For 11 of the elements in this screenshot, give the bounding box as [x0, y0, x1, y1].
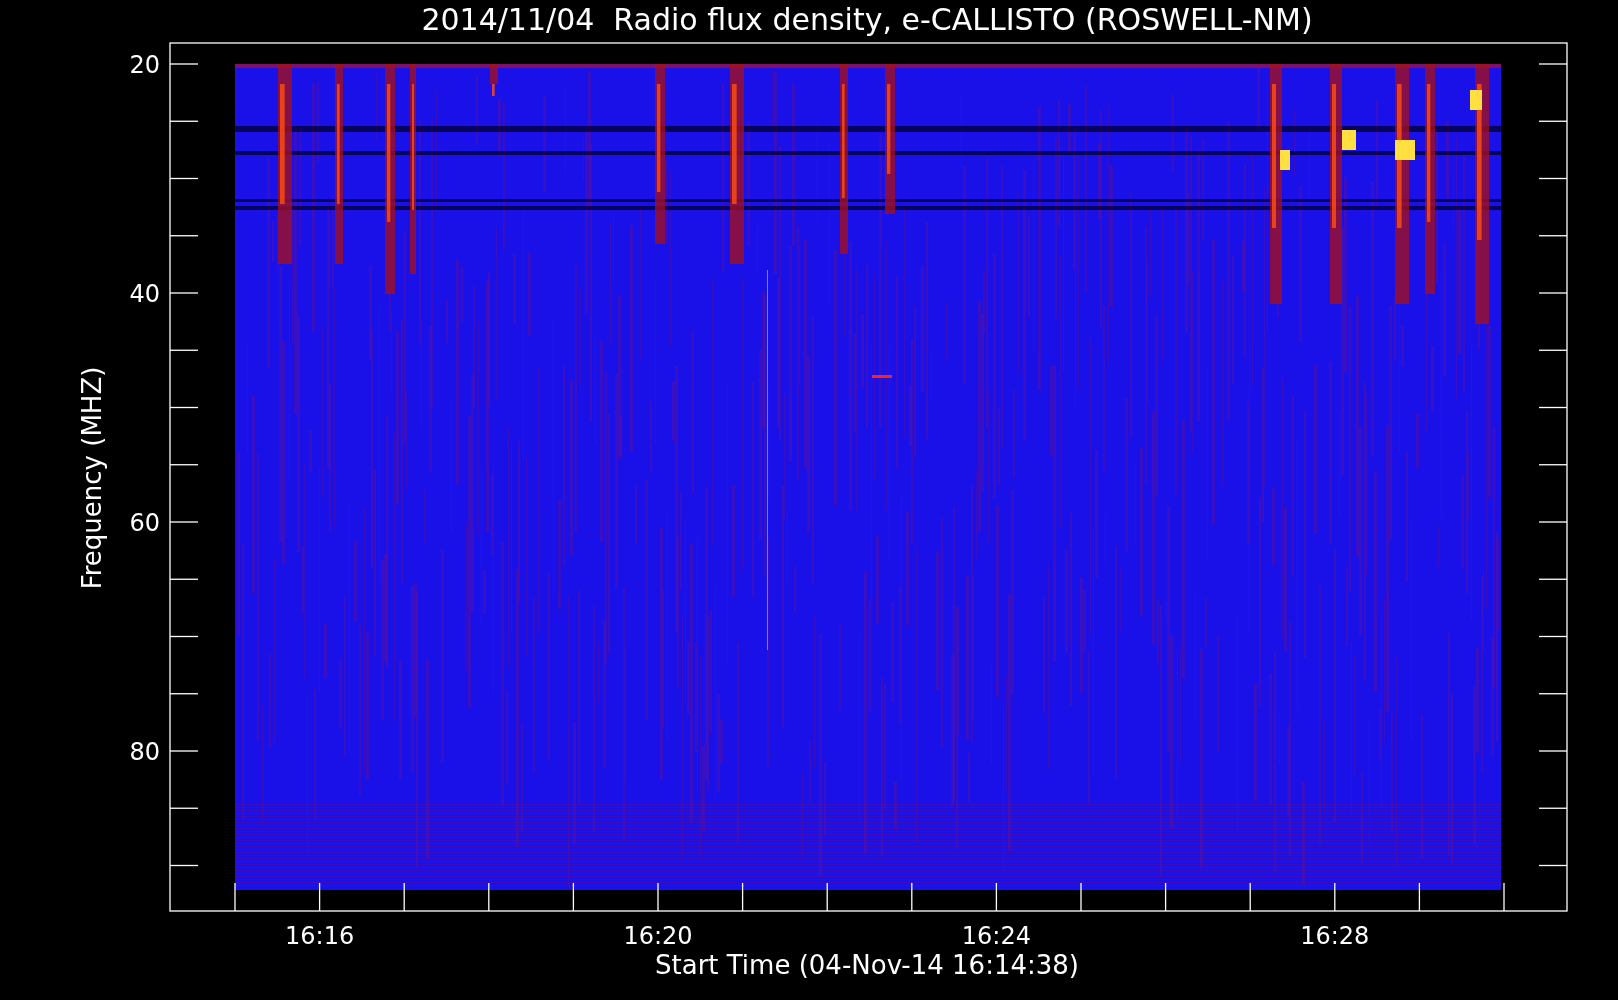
- y-tick-label: 80: [129, 738, 160, 766]
- x-tick-label: 16:16: [285, 922, 355, 950]
- y-tick-label: 60: [129, 509, 160, 537]
- y-tick-label: 40: [129, 280, 160, 308]
- chart-title: 2014/11/04 Radio flux density, e-CALLISTO (ROSWELL-NM): [421, 2, 1313, 37]
- x-axis-label: Start Time (04-Nov-14 16:14:38): [655, 950, 1079, 980]
- y-tick-label: 20: [129, 51, 160, 79]
- x-tick-label: 16:20: [623, 922, 693, 950]
- x-tick-label: 16:28: [1300, 922, 1370, 950]
- x-tick-label: 16:24: [961, 922, 1031, 950]
- y-axis-label: Frequency (MHZ): [77, 366, 107, 590]
